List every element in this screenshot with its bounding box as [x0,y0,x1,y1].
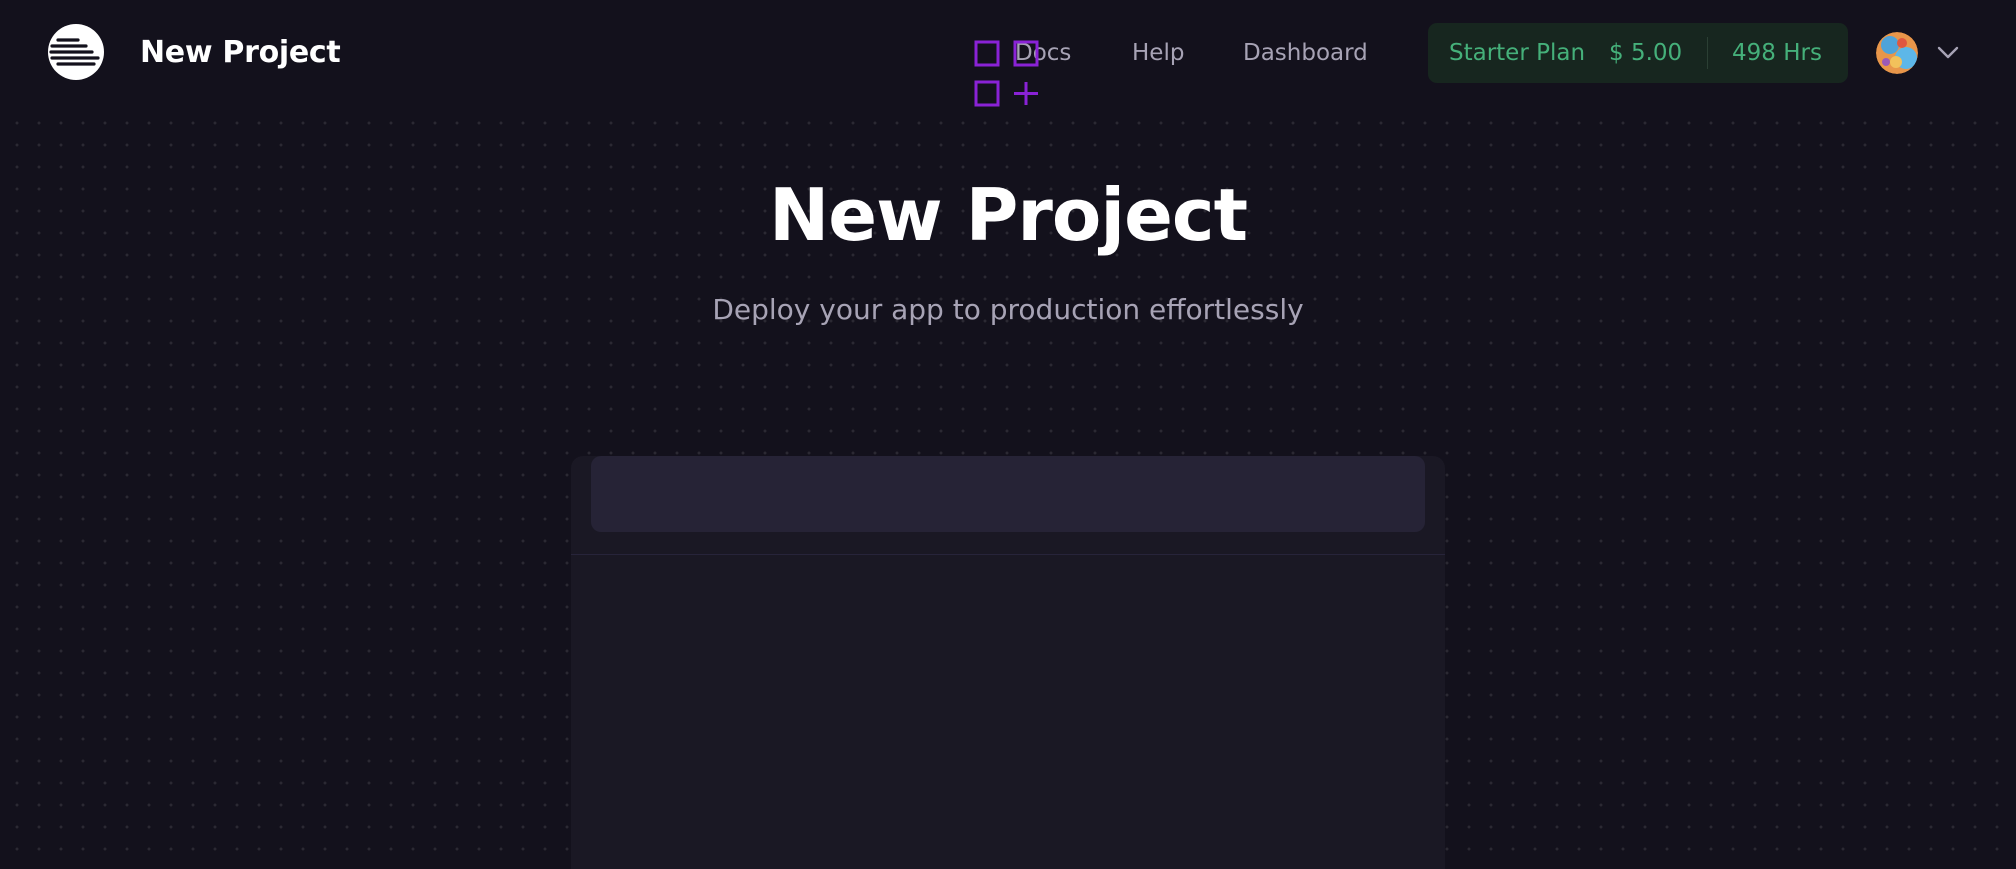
page-subtitle: Deploy your app to production effortless… [712,293,1304,326]
plan-hours: 498 Hrs [1732,40,1822,66]
user-avatar[interactable] [1876,32,1918,74]
nav-help-link[interactable]: Help [1132,34,1184,72]
menu-item-deploy-github[interactable] [591,456,1425,532]
header-project-title[interactable]: New Project [140,30,341,76]
chevron-down-icon[interactable] [1936,40,1960,64]
new-project-panel [571,456,1445,869]
plan-usage-badge[interactable]: Starter Plan $ 5.00 498 Hrs [1428,23,1848,83]
plan-credit: $ 5.00 [1609,40,1683,66]
nav-dashboard-link[interactable]: Dashboard [1243,34,1368,72]
panel-divider [571,554,1445,555]
page: New Project Docs Help Dashboard Starter … [0,0,2016,869]
app-logo-icon[interactable] [48,24,104,80]
plan-divider [1707,37,1708,69]
page-title: New Project [768,173,1248,257]
plan-name: Starter Plan [1449,40,1586,66]
grid-plus-overlay-icon [974,40,1039,107]
